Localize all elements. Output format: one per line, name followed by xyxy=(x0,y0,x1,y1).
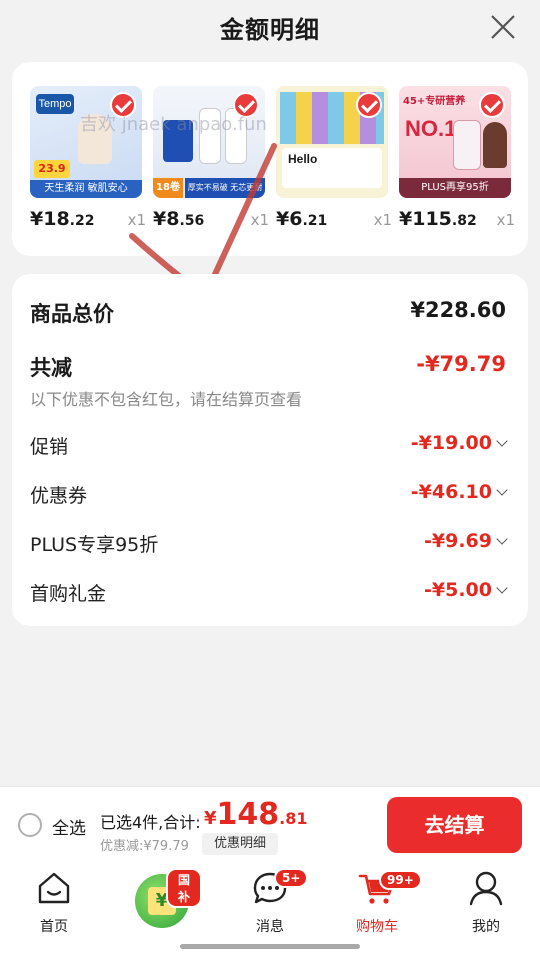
roll-count-tag: 18卷 xyxy=(153,178,183,198)
product-image: Hello xyxy=(276,86,388,198)
product-caption: PLUS再享95折 xyxy=(399,178,511,198)
product-qty: x1 xyxy=(496,211,515,229)
chevron-down-icon xyxy=(496,533,508,545)
close-icon[interactable] xyxy=(488,12,518,42)
tissue-roll xyxy=(199,108,221,164)
tab-national-subsidy[interactable]: ¥ 国补 xyxy=(122,868,202,928)
brand-logo: Tempo xyxy=(36,94,74,114)
product-image: 18卷 厚实不易破 无芯更耐用 xyxy=(153,86,265,198)
product-image: 45+专研营养 NO.1 PLUS再享95折 xyxy=(399,86,511,198)
product-price: ¥115.82 xyxy=(399,208,477,230)
discount-detail-button[interactable]: 优惠明细 xyxy=(202,833,278,855)
tab-cart[interactable]: 99+ 购物车 xyxy=(337,868,422,936)
home-indicator xyxy=(180,944,360,949)
user-icon xyxy=(469,871,503,906)
tab-profile[interactable]: 我的 xyxy=(446,868,526,936)
chevron-down-icon xyxy=(496,484,508,496)
selected-check-icon[interactable] xyxy=(356,92,382,118)
model-figure xyxy=(78,114,112,164)
product-item[interactable]: 45+专研营养 NO.1 PLUS再享95折 ¥115.82 x1 xyxy=(399,86,515,230)
checkout-button[interactable]: 去结算 xyxy=(387,797,522,853)
product-list-card: Tempo 23.9 天生柔润 敏肌安心 ¥18.22 x1 18卷 厚实不易破… xyxy=(12,62,528,256)
price-summary-card: 商品总价 ¥228.60 共减 -¥79.79 以下优惠不包含红包，请在结算页查… xyxy=(12,274,528,626)
product-qty: x1 xyxy=(250,211,269,229)
header: 金额明细 xyxy=(0,0,540,56)
product-caption: 厚实不易破 无芯更耐用 xyxy=(185,178,265,198)
product-qty: x1 xyxy=(373,211,392,229)
chevron-down-icon xyxy=(496,435,508,447)
product-qty: x1 xyxy=(127,211,146,229)
discount-note: 以下优惠不包含红包，请在结算页查看 xyxy=(30,390,303,409)
total-amount: ¥148.81 xyxy=(204,797,308,832)
selected-check-icon[interactable] xyxy=(110,92,136,118)
reduce-label: 共减 xyxy=(30,356,72,380)
product-item[interactable]: Tempo 23.9 天生柔润 敏肌安心 ¥18.22 x1 xyxy=(30,86,146,230)
home-icon xyxy=(38,872,70,904)
ad-headline: 45+专研营养 xyxy=(403,96,466,107)
chevron-down-icon xyxy=(496,582,508,594)
tab-home[interactable]: 首页 xyxy=(14,868,94,936)
message-badge: 5+ xyxy=(274,868,309,888)
total-label: 商品总价 xyxy=(30,302,114,326)
spokesperson xyxy=(483,122,507,168)
price-tag: 23.9 xyxy=(34,160,70,178)
product-price: ¥8.56 xyxy=(153,208,205,230)
product-image: Tempo 23.9 天生柔润 敏肌安心 xyxy=(30,86,142,198)
selected-check-icon[interactable] xyxy=(479,92,505,118)
page-title: 金额明细 xyxy=(220,16,320,44)
reduce-amount: 优惠减:¥79.79 xyxy=(100,839,189,854)
product-item[interactable]: Hello ¥6.21 x1 xyxy=(276,86,392,230)
product-price: ¥6.21 xyxy=(276,208,328,230)
tab-messages[interactable]: 5+ 消息 xyxy=(230,868,310,936)
subsidy-badge: 国补 xyxy=(166,868,202,908)
rank-badge: NO.1 xyxy=(405,116,457,141)
bottom-tab-bar: 首页 ¥ 国补 5+ 消息 99+ 购物车 我的 xyxy=(0,862,540,961)
product-item[interactable]: 18卷 厚实不易破 无芯更耐用 ¥8.56 x1 xyxy=(153,86,269,230)
reduce-value: -¥79.79 xyxy=(416,352,506,376)
cart-badge: 99+ xyxy=(379,870,422,890)
selected-count: 已选4件,合计: xyxy=(100,813,201,832)
total-value: ¥228.60 xyxy=(410,298,506,322)
select-all-label[interactable]: 全选 xyxy=(52,814,86,839)
selected-check-icon[interactable] xyxy=(233,92,259,118)
checkout-bar: 全选 已选4件,合计: ¥148.81 优惠减:¥79.79 优惠明细 去结算 xyxy=(0,786,540,862)
product-price: ¥18.22 xyxy=(30,208,95,230)
brand-logo: Hello xyxy=(282,148,382,188)
package-box xyxy=(163,120,193,162)
supplement-bottle xyxy=(453,120,481,170)
select-all-radio[interactable] xyxy=(18,813,42,837)
product-caption: 天生柔润 敏肌安心 xyxy=(30,180,142,198)
